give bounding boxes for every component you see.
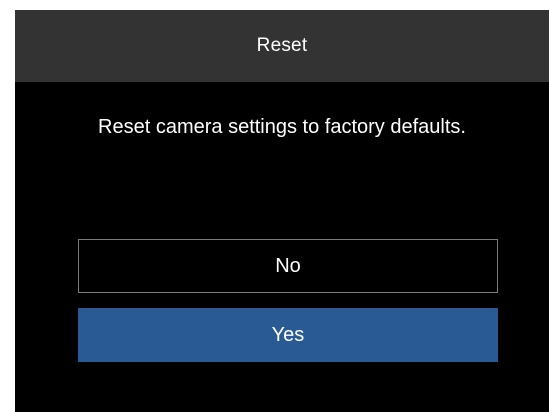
no-button-label: No — [275, 254, 301, 277]
page-title: Reset — [256, 35, 308, 56]
title-bar: Reset — [15, 10, 549, 82]
yes-button-label: Yes — [271, 323, 305, 346]
reset-message: Reset camera settings to factory default… — [98, 116, 466, 138]
no-button[interactable]: No — [78, 239, 498, 293]
camera-reset-screen: Reset Reset camera settings to factory d… — [15, 10, 549, 412]
yes-button[interactable]: Yes — [78, 308, 498, 362]
